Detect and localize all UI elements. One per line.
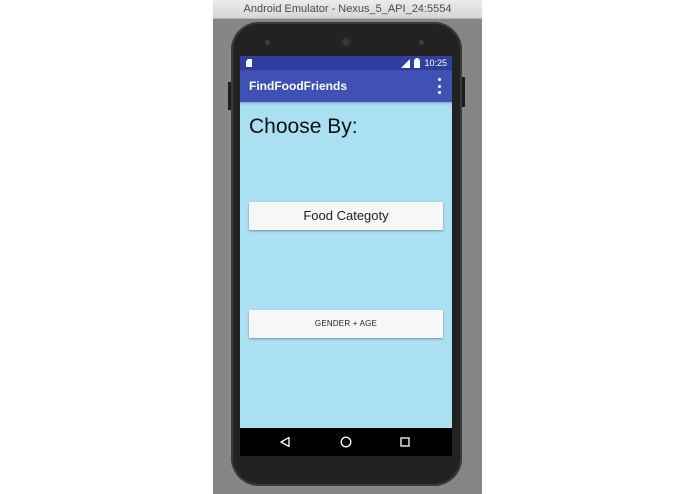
- food-category-button[interactable]: Food Categoty: [249, 202, 443, 230]
- sensor-dot: [419, 40, 424, 45]
- choose-by-heading: Choose By:: [249, 115, 358, 138]
- sensor-dot: [265, 40, 270, 45]
- gender-age-button[interactable]: GENDER + AGE: [249, 310, 443, 338]
- sd-card-icon: [246, 59, 252, 67]
- home-icon[interactable]: [340, 436, 352, 448]
- emulator-window: Android Emulator - Nexus_5_API_24:5554 1…: [213, 0, 482, 494]
- window-title: Android Emulator - Nexus_5_API_24:5554: [213, 0, 482, 19]
- app-title: FindFoodFriends: [249, 79, 347, 93]
- status-time: 10:25: [424, 58, 447, 68]
- status-bar: 10:25: [240, 56, 452, 70]
- navigation-bar: [240, 428, 452, 456]
- device-screen: 10:25 FindFoodFriends Choose By: Food Ca…: [240, 56, 452, 456]
- battery-icon: [414, 58, 421, 68]
- back-icon[interactable]: [280, 437, 290, 447]
- overflow-menu-icon[interactable]: [434, 78, 444, 94]
- phone-side-button: [228, 82, 231, 110]
- power-button[interactable]: [462, 77, 465, 107]
- front-camera: [341, 37, 351, 47]
- phone-frame: 10:25 FindFoodFriends Choose By: Food Ca…: [228, 22, 465, 486]
- recent-apps-icon[interactable]: [400, 437, 410, 447]
- app-bar: FindFoodFriends: [240, 70, 452, 102]
- signal-icon: [401, 58, 411, 68]
